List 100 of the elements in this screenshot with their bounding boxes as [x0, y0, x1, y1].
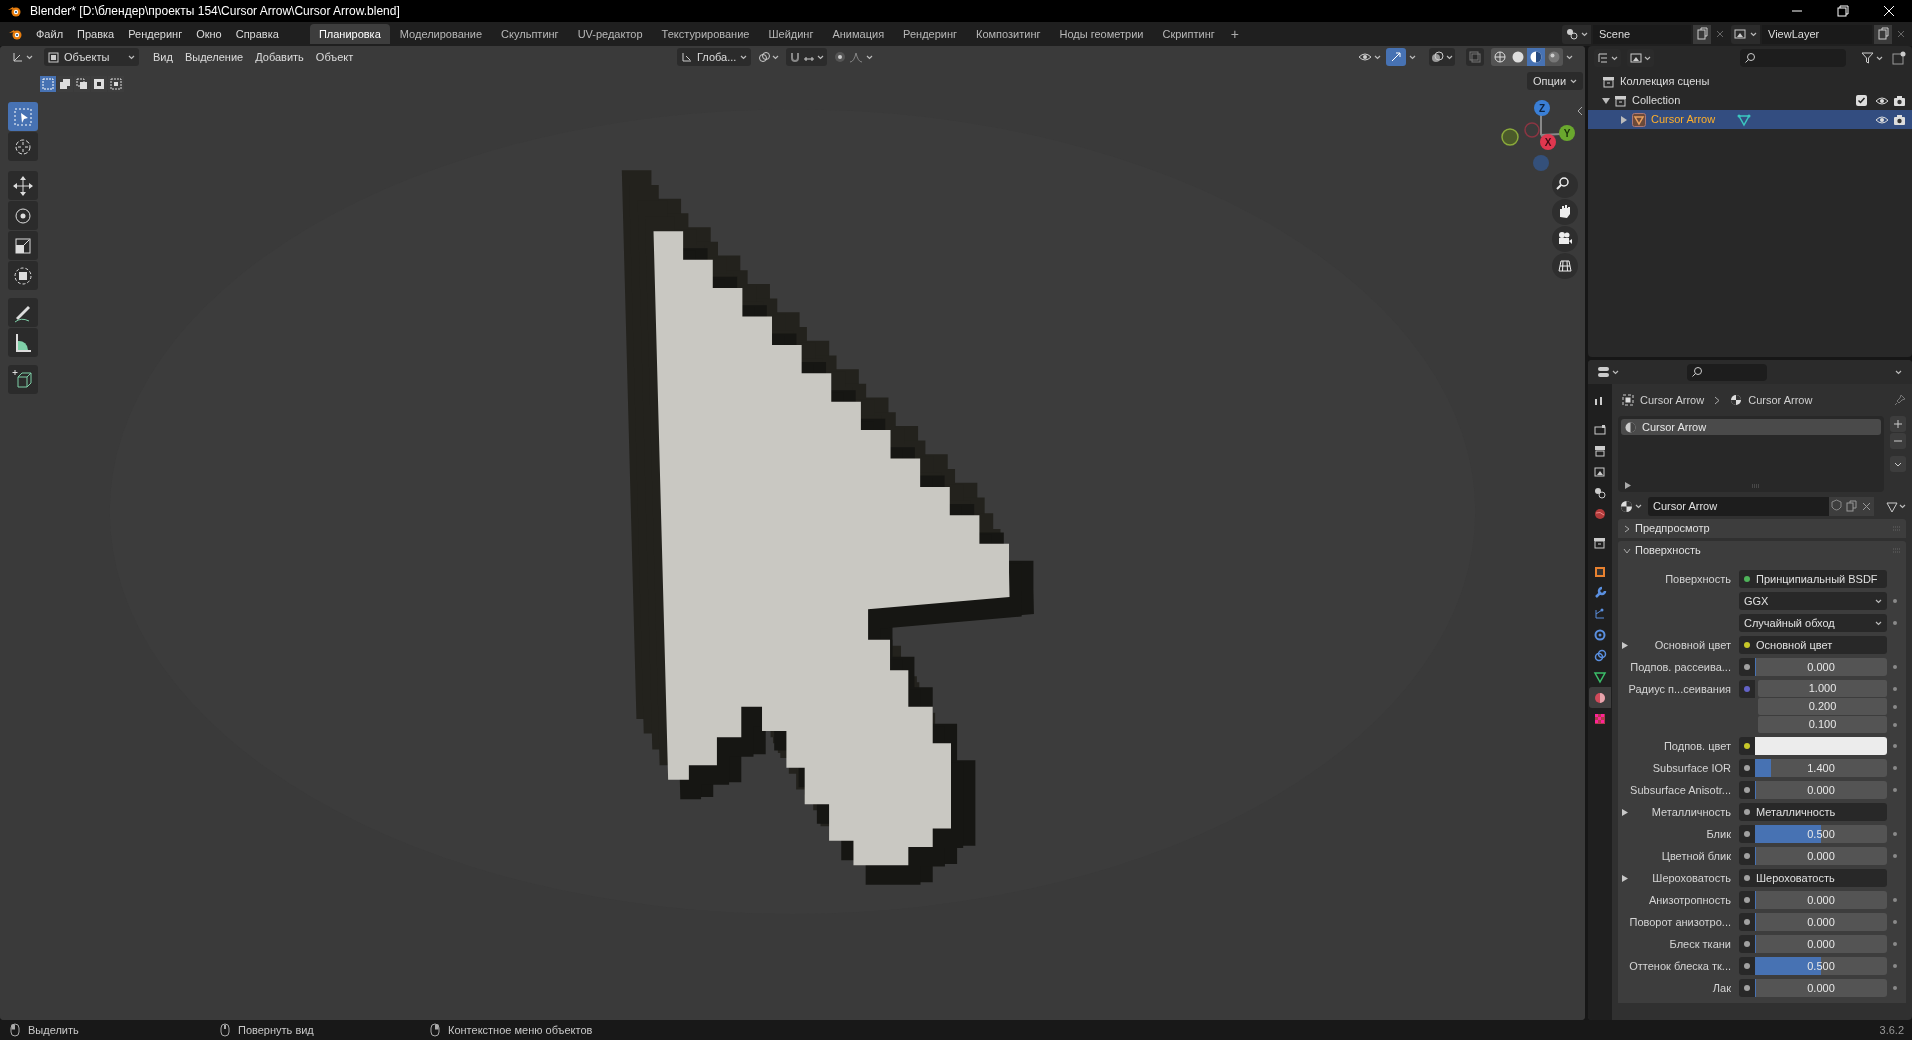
checkbox[interactable]: [1856, 95, 1867, 106]
tool-button[interactable]: [8, 231, 38, 260]
eye-icon[interactable]: [1875, 113, 1889, 126]
color-swatch[interactable]: [1755, 737, 1887, 755]
expand-arrow-icon[interactable]: [1622, 808, 1628, 816]
expand-arrow-icon[interactable]: [1622, 874, 1628, 882]
workspace-tab[interactable]: Планировка: [309, 24, 390, 44]
camera-icon[interactable]: [1893, 113, 1906, 126]
outliner-row[interactable]: Cursor Arrow: [1588, 110, 1912, 129]
snap-toggle[interactable]: [786, 48, 828, 66]
blender-logo-icon[interactable]: [9, 28, 23, 40]
value-slider[interactable]: 0.000: [1755, 913, 1887, 931]
menu-item[interactable]: Добавить: [249, 48, 310, 66]
slot-row[interactable]: Cursor Arrow: [1621, 419, 1881, 435]
duplicate-icon[interactable]: [1693, 24, 1711, 44]
expand-arrow-icon[interactable]: [1625, 482, 1631, 489]
collapse-chevron-icon[interactable]: [1577, 106, 1583, 116]
dropdown[interactable]: GGX: [1739, 592, 1887, 610]
value-slider[interactable]: 0.000: [1755, 781, 1887, 799]
value-slider[interactable]: 0.500: [1755, 825, 1887, 843]
workspace-tab[interactable]: Ноды геометрии: [1050, 24, 1153, 44]
dropdown[interactable]: Случайный обход: [1739, 614, 1887, 632]
resize-grip-icon[interactable]: [1751, 483, 1761, 488]
search-field[interactable]: [1740, 49, 1846, 67]
number-field[interactable]: 0.100: [1758, 716, 1887, 733]
tool-button[interactable]: [8, 365, 38, 394]
link-field[interactable]: Основной цвет: [1739, 636, 1887, 654]
tool-button[interactable]: [8, 201, 38, 230]
eye-icon[interactable]: [1875, 94, 1889, 107]
outliner-row[interactable]: Collection: [1588, 91, 1912, 110]
panel-header[interactable]: Поверхность: [1618, 541, 1906, 560]
value-slider[interactable]: 0.000: [1755, 979, 1887, 997]
shading-button[interactable]: [1545, 48, 1563, 66]
search-field[interactable]: [1687, 363, 1767, 381]
negative-axis-handle[interactable]: [1501, 128, 1519, 146]
fake-user-shield-icon[interactable]: [1829, 497, 1844, 516]
workspace-tab[interactable]: Шейдинг: [759, 24, 823, 44]
scene-button[interactable]: [1562, 24, 1591, 44]
value-slider[interactable]: 0.000: [1755, 891, 1887, 909]
new-collection-icon[interactable]: [1892, 51, 1906, 65]
menu-item[interactable]: Выделение: [178, 48, 250, 66]
negative-axis-handle[interactable]: [1533, 155, 1549, 171]
tool-button[interactable]: [8, 298, 38, 327]
add-workspace-button[interactable]: +: [1224, 23, 1245, 45]
menu-item[interactable]: Справка: [228, 24, 286, 44]
axis-handle[interactable]: X: [1540, 134, 1556, 150]
add-icon[interactable]: [1890, 416, 1906, 432]
remove-icon[interactable]: [1890, 433, 1906, 449]
options-dropdown[interactable]: Опции: [1527, 72, 1584, 90]
workspace-tab[interactable]: Текстурирование: [652, 24, 759, 44]
workspace-tab[interactable]: Скриптинг: [1153, 24, 1224, 44]
link-field[interactable]: Металличность: [1739, 803, 1887, 821]
orientation-dropdown[interactable]: Глоба...: [677, 48, 752, 66]
expand-arrow-icon[interactable]: [1622, 641, 1628, 649]
value-slider[interactable]: 0.500: [1755, 957, 1887, 975]
duplicate-icon[interactable]: [1874, 24, 1892, 44]
unlink-icon[interactable]: [1859, 497, 1874, 516]
value-slider[interactable]: 0.000: [1755, 847, 1887, 865]
selection-mode-button[interactable]: [108, 76, 124, 92]
menu-item[interactable]: Правка: [70, 24, 122, 44]
workspace-tab[interactable]: Анимация: [823, 24, 894, 44]
number-field[interactable]: 1.000: [1758, 680, 1887, 697]
slot-menu-icon[interactable]: [1890, 456, 1906, 472]
selection-mode-button[interactable]: [91, 76, 107, 92]
axis-handle[interactable]: Y: [1559, 125, 1575, 141]
tool-button[interactable]: [8, 328, 38, 357]
negative-axis-handle[interactable]: [1524, 122, 1540, 138]
link-field[interactable]: Принципиальный BSDF: [1739, 570, 1887, 588]
shading-button[interactable]: [1527, 48, 1545, 66]
value-slider[interactable]: 1.400: [1755, 759, 1887, 777]
material-name-field[interactable]: Cursor Arrow: [1648, 497, 1829, 516]
tool-button[interactable]: [8, 171, 38, 200]
mode-dropdown[interactable]: Объекты: [44, 48, 139, 66]
overlay-toggle[interactable]: [1429, 48, 1455, 66]
properties-tab[interactable]: [1589, 687, 1611, 708]
view-layer-button[interactable]: [1731, 24, 1760, 44]
axis-handle[interactable]: Z: [1534, 100, 1550, 116]
workspace-tab[interactable]: Рендеринг: [894, 24, 967, 44]
shading-button[interactable]: [1491, 48, 1509, 66]
expand-arrow-icon[interactable]: [1620, 115, 1628, 124]
workspace-tab[interactable]: Скульптинг: [492, 24, 568, 44]
tool-button[interactable]: [8, 261, 38, 290]
menu-item[interactable]: Файл: [29, 24, 71, 44]
gizmo-toggle[interactable]: [1386, 48, 1406, 66]
view-layer-field[interactable]: ViewLayer: [1762, 24, 1872, 44]
scene-field[interactable]: Scene: [1593, 24, 1691, 44]
link-field[interactable]: Шероховатость: [1739, 869, 1887, 887]
workspace-tab[interactable]: UV-редактор: [568, 24, 652, 44]
camera-icon[interactable]: [1893, 94, 1906, 107]
workspace-tab[interactable]: Композитинг: [967, 24, 1050, 44]
outliner-row[interactable]: Коллекция сцены: [1588, 72, 1912, 91]
number-field[interactable]: 0.200: [1758, 698, 1887, 715]
workspace-tab[interactable]: Моделирование: [390, 24, 492, 44]
value-slider[interactable]: 0.000: [1755, 935, 1887, 953]
menu-item[interactable]: Объект: [309, 48, 360, 66]
pin-icon[interactable]: [1894, 394, 1906, 406]
menu-item[interactable]: Рендеринг: [121, 24, 190, 44]
menu-item[interactable]: Окно: [189, 24, 229, 44]
value-slider[interactable]: 0.000: [1755, 658, 1887, 676]
shading-button[interactable]: [1509, 48, 1527, 66]
